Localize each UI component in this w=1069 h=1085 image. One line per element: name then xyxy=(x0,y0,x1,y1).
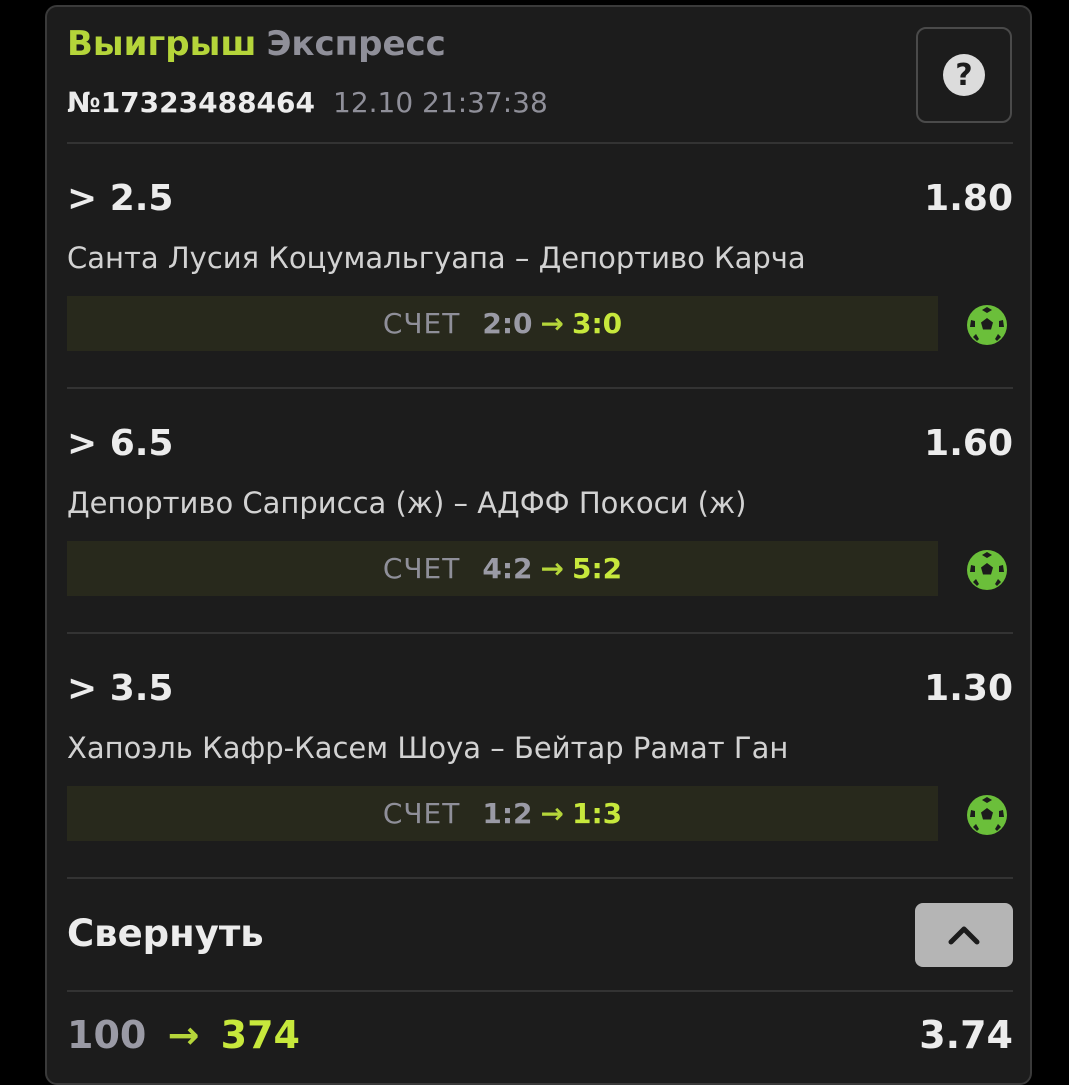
bet-title: Выигрыш Экспресс xyxy=(67,24,446,64)
collapse-button[interactable] xyxy=(915,903,1013,967)
event-item[interactable]: > 6.5 1.60 Депортиво Саприсса (ж) – АДФФ… xyxy=(67,423,1013,623)
event-odds: 1.80 xyxy=(924,178,1013,219)
bet-number: №17323488464 xyxy=(67,86,315,119)
bet-meta: №17323488464 12.10 21:37:38 xyxy=(67,86,548,119)
event-teams: Депортиво Саприсса (ж) – АДФФ Покоси (ж) xyxy=(67,486,747,520)
divider xyxy=(67,877,1013,879)
bet-type: Экспресс xyxy=(266,24,446,64)
score-after: 3:0 xyxy=(572,307,623,340)
soccer-ball-icon xyxy=(967,795,1007,835)
divider xyxy=(67,142,1013,144)
question-icon: ? xyxy=(943,54,985,96)
collapse-label[interactable]: Свернуть xyxy=(67,912,264,955)
arrow-right-icon: → xyxy=(540,797,564,830)
event-market: > 2.5 xyxy=(67,178,174,219)
payout-amount: 374 xyxy=(220,1013,300,1057)
score-bar: СЧЕТ 1:2 → 1:3 xyxy=(67,786,938,841)
score-label: СЧЕТ xyxy=(382,552,461,585)
event-odds: 1.30 xyxy=(924,668,1013,709)
help-button[interactable]: ? xyxy=(916,27,1012,123)
arrow-right-icon: → xyxy=(540,552,564,585)
divider xyxy=(67,632,1013,634)
event-item[interactable]: > 2.5 1.80 Санта Лусия Коцумальгуапа – Д… xyxy=(67,178,1013,378)
score-after: 1:3 xyxy=(572,797,623,830)
event-item[interactable]: > 3.5 1.30 Хапоэль Кафр-Касем Шоуа – Бей… xyxy=(67,668,1013,868)
event-market: > 6.5 xyxy=(67,423,174,464)
bet-summary: 100 → 374 3.74 xyxy=(67,1013,1013,1057)
score-label: СЧЕТ xyxy=(382,797,461,830)
score-before: 1:2 xyxy=(482,797,533,830)
stake-amount: 100 xyxy=(67,1013,147,1057)
total-odds: 3.74 xyxy=(919,1013,1013,1057)
chevron-up-icon xyxy=(948,926,980,945)
arrow-right-icon: → xyxy=(540,307,564,340)
event-market: > 3.5 xyxy=(67,668,174,709)
score-before: 2:0 xyxy=(482,307,533,340)
score-label: СЧЕТ xyxy=(382,307,461,340)
event-teams: Санта Лусия Коцумальгуапа – Депортиво Ка… xyxy=(67,241,806,275)
arrow-right-icon: → xyxy=(167,1013,200,1057)
score-bar: СЧЕТ 4:2 → 5:2 xyxy=(67,541,938,596)
soccer-ball-icon xyxy=(967,550,1007,590)
score-before: 4:2 xyxy=(482,552,533,585)
score-after: 5:2 xyxy=(572,552,623,585)
divider xyxy=(67,990,1013,992)
event-odds: 1.60 xyxy=(924,423,1013,464)
soccer-ball-icon xyxy=(967,305,1007,345)
bet-datetime: 12.10 21:37:38 xyxy=(333,86,548,119)
event-teams: Хапоэль Кафр-Касем Шоуа – Бейтар Рамат Г… xyxy=(67,731,789,765)
divider xyxy=(67,387,1013,389)
bet-status: Выигрыш xyxy=(67,24,257,64)
score-bar: СЧЕТ 2:0 → 3:0 xyxy=(67,296,938,351)
